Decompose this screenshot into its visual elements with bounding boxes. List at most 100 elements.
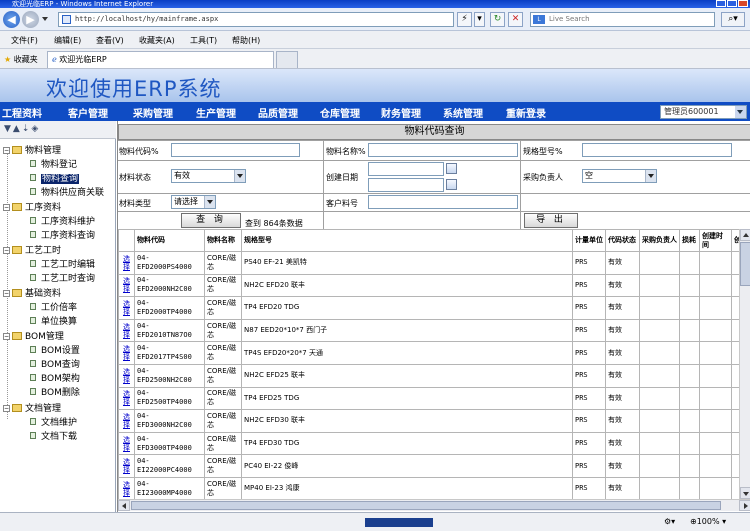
nav-finance[interactable]: 财务管理 <box>381 105 421 120</box>
col-name[interactable]: 物料名称 <box>204 229 242 252</box>
col-loss[interactable]: 损耗 <box>679 229 700 252</box>
scroll-thumb[interactable] <box>740 242 750 286</box>
tree-item-doc-maintain[interactable]: 文档维护 <box>30 417 77 430</box>
browser-tab[interactable]: ℯ 欢迎光临ERP <box>47 51 274 68</box>
tree-item-material-supplier[interactable]: 物料供应商关联 <box>30 187 104 200</box>
menu-favorites[interactable]: 收藏夹(A) <box>139 35 175 46</box>
cell-unit: PRS <box>572 363 606 388</box>
hscroll-thumb[interactable] <box>131 501 721 510</box>
nav-warehouse[interactable]: 仓库管理 <box>320 105 360 120</box>
close-icon[interactable] <box>738 0 748 7</box>
user-select[interactable]: 管理员600001 <box>660 105 747 119</box>
calendar-icon[interactable] <box>446 163 457 174</box>
maximize-icon[interactable] <box>727 0 737 7</box>
vertical-scrollbar[interactable] <box>739 229 750 499</box>
tree-group-material[interactable]: − 物料管理 <box>3 145 61 158</box>
select-link[interactable]: 选择 <box>118 273 135 298</box>
select-link[interactable]: 选择 <box>118 409 135 433</box>
scroll-up-icon[interactable] <box>740 229 750 241</box>
horizontal-scrollbar[interactable] <box>118 499 750 511</box>
select-link[interactable]: 选择 <box>118 386 135 411</box>
export-button[interactable]: 导 出 <box>524 213 578 228</box>
scroll-down-icon[interactable] <box>740 487 750 499</box>
favorites-button[interactable]: ★ 收藏夹 <box>4 54 38 65</box>
select-link[interactable]: 选择 <box>118 363 135 388</box>
col-spec[interactable]: 规格型号 <box>241 229 573 252</box>
zoom-level[interactable]: ⊕100% ▾ <box>690 517 726 526</box>
nav-purchase[interactable]: 采购管理 <box>133 105 173 120</box>
tree-item-material-query[interactable]: 物料查询 <box>30 173 80 186</box>
select-link[interactable]: 选择 <box>118 454 135 478</box>
col-created[interactable]: 创建时间 <box>699 229 732 252</box>
name-input[interactable] <box>368 143 518 157</box>
search-button[interactable]: ⌕▾ <box>721 12 745 27</box>
menu-tools[interactable]: 工具(T) <box>190 35 217 46</box>
tree-item-process-maintain[interactable]: 工序资料维护 <box>30 216 95 229</box>
tree-item-bom-setup[interactable]: BOM设置 <box>30 345 80 358</box>
new-tab-button[interactable] <box>276 51 298 68</box>
col-buyer[interactable]: 采购负责人 <box>639 229 680 252</box>
zone-icon[interactable]: ⚙▾ <box>664 517 675 526</box>
nav-system[interactable]: 系统管理 <box>443 105 483 120</box>
address-input[interactable]: http://localhost/hy/mainframe.aspx <box>58 12 454 27</box>
forward-button[interactable]: ▶ <box>22 11 39 28</box>
select-link[interactable]: 选择 <box>118 318 135 343</box>
scroll-right-icon[interactable] <box>739 500 750 511</box>
tree-item-craft-query[interactable]: 工艺工时查询 <box>30 273 95 286</box>
col-unit[interactable]: 计量单位 <box>572 229 606 252</box>
tree-group-docs[interactable]: − 文档管理 <box>3 403 61 416</box>
scroll-left-icon[interactable] <box>118 500 130 511</box>
menu-view[interactable]: 查看(V) <box>96 35 124 46</box>
tree-item-bom-query[interactable]: BOM查询 <box>30 359 80 372</box>
name-label: 物料名称% <box>326 147 366 156</box>
nav-quality[interactable]: 品质管理 <box>258 105 298 120</box>
col-creator[interactable]: 创 <box>731 229 739 252</box>
tree-group-basic[interactable]: − 基础资料 <box>3 288 61 301</box>
folder-icon <box>12 146 22 154</box>
create-date-to[interactable] <box>368 178 444 192</box>
select-link[interactable]: 选择 <box>118 251 135 275</box>
tree-item-craft-edit[interactable]: 工艺工时编辑 <box>30 259 95 272</box>
search-input[interactable]: L Live Search <box>530 12 715 27</box>
tree-item-price-rate[interactable]: 工价倍率 <box>30 302 77 315</box>
refresh-icon[interactable]: ↻ <box>490 12 505 27</box>
select-link[interactable]: 选择 <box>118 296 135 320</box>
tree-item-doc-download[interactable]: 文档下载 <box>30 431 77 444</box>
tree-group-process[interactable]: − 工序资料 <box>3 202 61 215</box>
buyer-select[interactable]: 空 <box>582 169 657 183</box>
tree-item-process-query[interactable]: 工序资料查询 <box>30 230 95 243</box>
col-code[interactable]: 物料代码 <box>134 229 205 252</box>
tree-group-bom[interactable]: − BOM管理 <box>3 331 64 344</box>
select-link[interactable]: 选择 <box>118 431 135 456</box>
tree-group-craft[interactable]: − 工艺工时 <box>3 245 61 258</box>
menu-help[interactable]: 帮助(H) <box>232 35 260 46</box>
search-button[interactable]: 查 询 <box>181 213 241 228</box>
compat-icon[interactable]: ⚡ <box>457 12 472 27</box>
address-dropdown-icon[interactable]: ▾ <box>474 12 485 27</box>
customer-no-input[interactable] <box>368 195 518 209</box>
nav-engineering[interactable]: 工程资料 <box>2 105 42 120</box>
type-select[interactable]: 请选择 <box>171 195 216 209</box>
tree-item-unit-convert[interactable]: 单位换算 <box>30 316 77 329</box>
tree-item-bom-delete[interactable]: BOM删除 <box>30 387 80 400</box>
create-date-from[interactable] <box>368 162 444 176</box>
back-button[interactable]: ◀ <box>3 11 20 28</box>
tree-toolbar-icons[interactable]: ▼▲⇣◈ <box>4 124 40 134</box>
stop-icon[interactable]: ✕ <box>508 12 523 27</box>
nav-production[interactable]: 生产管理 <box>196 105 236 120</box>
minimize-icon[interactable] <box>716 0 726 7</box>
nav-customer[interactable]: 客户管理 <box>68 105 108 120</box>
col-status[interactable]: 代码状态 <box>605 229 640 252</box>
nav-relogin[interactable]: 重新登录 <box>506 105 546 120</box>
tree-item-bom-structure[interactable]: BOM架构 <box>30 373 80 386</box>
spec-input[interactable] <box>582 143 732 157</box>
status-select[interactable]: 有效 <box>171 169 246 183</box>
calendar-icon[interactable] <box>446 179 457 190</box>
menu-file[interactable]: 文件(F) <box>11 35 38 46</box>
code-input[interactable] <box>171 143 300 157</box>
select-link[interactable]: 选择 <box>118 341 135 365</box>
history-dropdown-icon[interactable] <box>42 17 48 21</box>
select-link[interactable]: 选择 <box>118 476 135 499</box>
tree-item-material-register[interactable]: 物料登记 <box>30 159 77 172</box>
menu-edit[interactable]: 编辑(E) <box>54 35 81 46</box>
